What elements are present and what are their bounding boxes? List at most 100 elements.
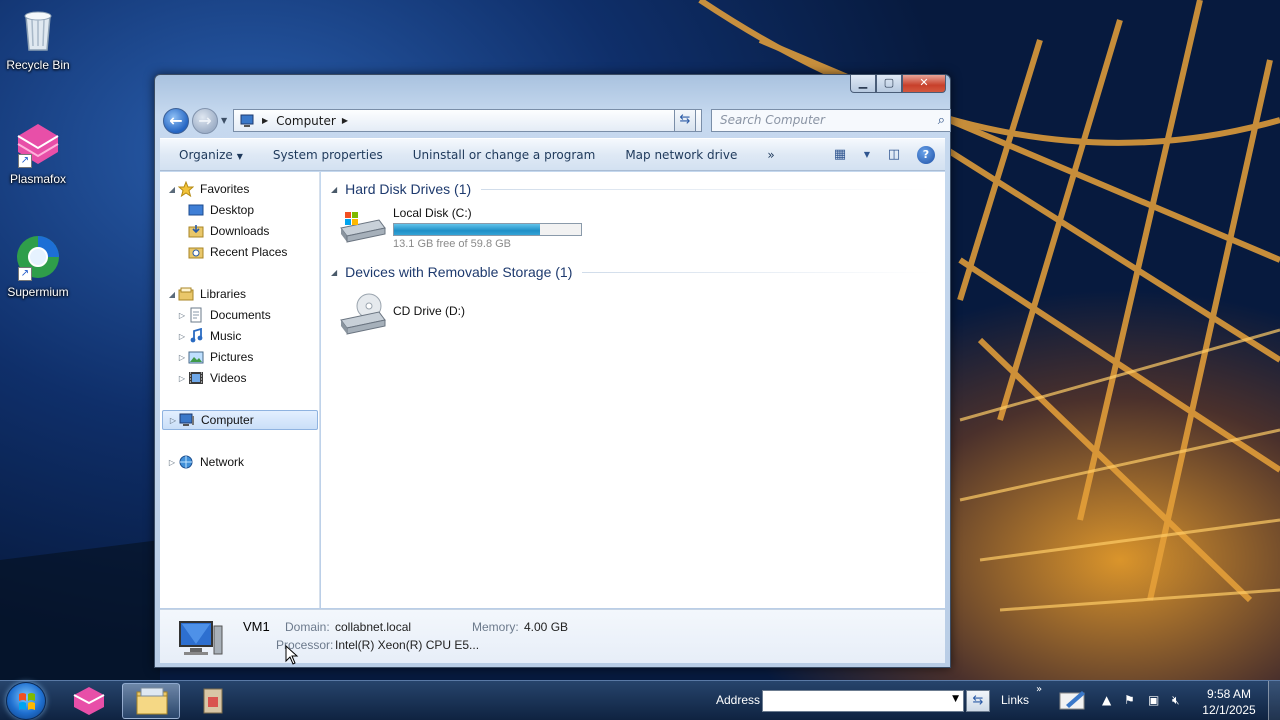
- explorer-window: ▁ ▢ ✕ ← → ▼ ▶ Computer ▶ ▼ ⇆ Search Comp…: [154, 74, 951, 668]
- nav-network[interactable]: ▷ Network: [166, 452, 244, 472]
- nav-documents[interactable]: ▷ Documents: [176, 305, 271, 325]
- taskbar-links-more[interactable]: »: [1036, 684, 1042, 695]
- libraries-icon: [178, 286, 194, 302]
- computer-name: VM1: [243, 619, 270, 634]
- change-view-icon[interactable]: ▦: [831, 146, 849, 164]
- drive-cd-drive-d[interactable]: CD Drive (D:): [339, 292, 465, 335]
- computer-icon: [179, 412, 195, 428]
- nav-desktop[interactable]: Desktop: [188, 200, 254, 220]
- desktop-icon-label: Plasmafox: [9, 172, 67, 186]
- system-clock[interactable]: 9:58 AM 12/1/2025: [1196, 686, 1262, 718]
- nav-label: Music: [210, 329, 242, 343]
- nav-label: Computer: [201, 413, 254, 427]
- nav-music[interactable]: ▷ Music: [176, 326, 241, 346]
- expanded-triangle-icon[interactable]: ◢: [166, 185, 178, 194]
- nav-pictures[interactable]: ▷ Pictures: [176, 347, 253, 367]
- hard-drive-icon: [339, 206, 387, 244]
- search-input[interactable]: Search Computer ⌕: [711, 109, 951, 132]
- application-icon: [203, 688, 223, 714]
- mouse-cursor-icon: [285, 645, 299, 665]
- group-divider: [582, 271, 931, 273]
- taskbar-app[interactable]: [184, 683, 242, 719]
- breadcrumb-separator-icon[interactable]: ▶: [262, 116, 268, 125]
- uninstall-program-button[interactable]: Uninstall or change a program: [398, 148, 611, 162]
- close-button[interactable]: ✕: [902, 75, 946, 93]
- plasmafox-icon: [73, 687, 105, 715]
- map-network-drive-button[interactable]: Map network drive: [610, 148, 752, 162]
- collapsed-triangle-icon[interactable]: ▷: [167, 416, 179, 425]
- desktop-icon-supermium[interactable]: ↗ Supermium: [0, 233, 76, 299]
- drive-name: Local Disk (C:): [393, 206, 472, 220]
- collapsed-triangle-icon[interactable]: ▷: [176, 374, 188, 383]
- breadcrumb-computer[interactable]: Computer: [276, 114, 336, 128]
- address-bar[interactable]: ▶ Computer ▶ ▼: [233, 109, 702, 132]
- show-hidden-icons-icon[interactable]: ▲: [1102, 693, 1111, 707]
- nav-recent-places[interactable]: Recent Places: [188, 242, 287, 262]
- maximize-button[interactable]: ▢: [876, 75, 902, 93]
- group-title: Hard Disk Drives (1): [345, 181, 472, 197]
- drive-name: CD Drive (D:): [393, 304, 465, 318]
- cd-drive-icon: [339, 292, 387, 335]
- shortcut-arrow-icon: ↗: [18, 154, 32, 168]
- nav-libraries[interactable]: ◢ Libraries: [166, 284, 246, 304]
- pen-input-icon[interactable]: [1058, 687, 1088, 716]
- organize-label: Organize: [179, 147, 233, 162]
- nav-computer[interactable]: ▷ Computer: [162, 410, 318, 430]
- desktop-icon-recycle-bin[interactable]: Recycle Bin: [0, 6, 76, 72]
- group-header-hard-disk-drives[interactable]: ◢ Hard Disk Drives (1): [331, 181, 931, 197]
- taskbar-address-input[interactable]: ▼: [762, 690, 964, 712]
- taskbar-address-go-button[interactable]: ⇆: [966, 690, 990, 712]
- plasmafox-icon: ↗: [14, 120, 62, 168]
- nav-videos[interactable]: ▷ Videos: [176, 368, 247, 388]
- collapse-group-icon[interactable]: ◢: [331, 268, 337, 277]
- group-divider: [481, 188, 931, 190]
- command-bar: Organize ▼ System properties Uninstall or…: [160, 138, 945, 171]
- collapsed-triangle-icon[interactable]: ▷: [176, 353, 188, 362]
- music-note-icon: [188, 327, 204, 344]
- collapsed-triangle-icon[interactable]: ▷: [166, 458, 178, 467]
- taskbar-windows-explorer[interactable]: [122, 683, 180, 719]
- nav-label: Libraries: [200, 287, 247, 301]
- drive-info: Local Disk (C:) 13.1 GB free of 59.8 GB: [393, 206, 582, 250]
- more-commands-button[interactable]: »: [752, 148, 789, 162]
- back-button[interactable]: ←: [163, 108, 189, 134]
- drive-local-disk-c[interactable]: Local Disk (C:) 13.1 GB free of 59.8 GB: [339, 206, 582, 250]
- taskbar-plasmafox[interactable]: [60, 683, 118, 719]
- nav-label: Downloads: [210, 224, 270, 238]
- downloads-folder-icon: [188, 223, 204, 239]
- recycle-bin-icon: [14, 6, 62, 54]
- organize-button[interactable]: Organize ▼: [160, 148, 258, 162]
- show-desktop-button[interactable]: [1268, 681, 1280, 720]
- recent-pages-dropdown[interactable]: ▼: [221, 116, 227, 125]
- nav-label: Documents: [210, 308, 271, 322]
- help-icon[interactable]: ?: [917, 146, 935, 164]
- preview-pane-icon[interactable]: ◫: [885, 146, 903, 164]
- start-button[interactable]: [6, 682, 46, 720]
- nav-downloads[interactable]: Downloads: [188, 221, 269, 241]
- collapsed-triangle-icon[interactable]: ▷: [176, 332, 188, 341]
- collapse-group-icon[interactable]: ◢: [331, 185, 337, 194]
- minimize-button[interactable]: ▁: [850, 75, 876, 93]
- search-icon[interactable]: ⌕: [938, 110, 945, 131]
- breadcrumb-separator-icon[interactable]: ▶: [342, 116, 348, 125]
- supermium-icon: ↗: [14, 233, 62, 281]
- folder-icon: [136, 687, 168, 715]
- refresh-button[interactable]: ⇆: [674, 109, 696, 132]
- volume-muted-icon[interactable]: 🔇︎: [1172, 693, 1180, 708]
- group-header-removable-storage[interactable]: ◢ Devices with Removable Storage (1): [331, 264, 931, 280]
- nav-favorites[interactable]: ◢ Favorites: [166, 179, 249, 199]
- desktop-icon-plasmafox[interactable]: ↗ Plasmafox: [0, 120, 76, 186]
- expanded-triangle-icon[interactable]: ◢: [166, 290, 178, 299]
- action-center-flag-icon[interactable]: ⚑: [1124, 693, 1135, 707]
- nav-label: Recent Places: [210, 245, 288, 259]
- view-options-dropdown-icon[interactable]: ▼: [863, 146, 871, 164]
- system-properties-button[interactable]: System properties: [258, 148, 398, 162]
- collapsed-triangle-icon[interactable]: ▷: [176, 311, 188, 320]
- nav-label: Desktop: [210, 203, 255, 217]
- domain-value: collabnet.local: [335, 620, 412, 634]
- star-icon: [177, 180, 195, 198]
- network-tray-icon[interactable]: ▣: [1148, 693, 1159, 707]
- chevron-down-icon[interactable]: ▼: [952, 694, 959, 704]
- domain-label: Domain:: [285, 620, 330, 634]
- forward-button[interactable]: →: [192, 108, 218, 134]
